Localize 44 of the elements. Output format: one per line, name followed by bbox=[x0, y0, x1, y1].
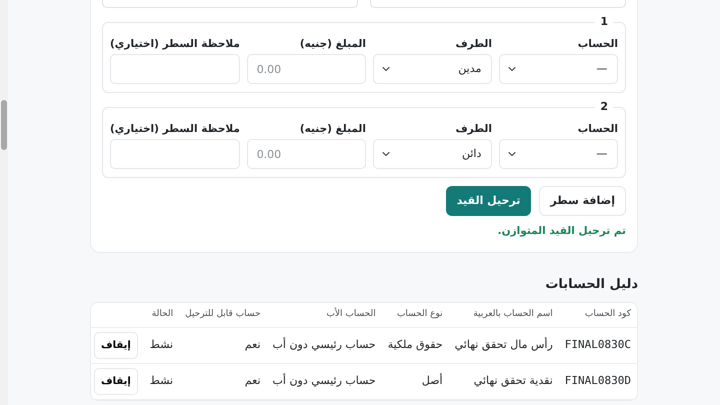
input-field[interactable] bbox=[102, 0, 358, 8]
scrollbar[interactable] bbox=[0, 0, 8, 405]
table-cell: حساب رئيسي دون أب bbox=[266, 327, 382, 364]
amount-field[interactable]: 0.00 bbox=[246, 54, 366, 84]
table-cell: FINAL0830C bbox=[558, 327, 637, 364]
column-header: اسم الحساب بالعربية bbox=[448, 303, 559, 328]
field-label: ملاحظة السطر (اختياري) bbox=[110, 122, 240, 136]
side-select[interactable]: دائن bbox=[372, 139, 492, 169]
deactivate-button[interactable]: إيقاف bbox=[94, 332, 138, 359]
table-cell: رأس مال تحقق نهائي bbox=[448, 327, 559, 364]
table-cell: نشط bbox=[144, 327, 180, 364]
account-select[interactable]: — bbox=[498, 54, 618, 84]
deactivate-button[interactable]: إيقاف bbox=[94, 368, 138, 395]
side-select[interactable]: مدين bbox=[372, 54, 492, 84]
amount-field[interactable]: 0.00 bbox=[246, 139, 366, 169]
column-header: الحالة bbox=[144, 303, 180, 328]
field-label: الحساب bbox=[576, 122, 618, 136]
table-cell: حقوق ملكية bbox=[382, 327, 449, 364]
column-header: كود الحساب bbox=[558, 303, 637, 328]
input-field[interactable] bbox=[370, 0, 626, 8]
note-field[interactable] bbox=[110, 54, 240, 84]
field-label: المبلغ (جنيه) bbox=[298, 122, 366, 136]
table-cell: نعم bbox=[179, 363, 267, 400]
table-cell: حساب رئيسي دون أب bbox=[266, 363, 382, 400]
field-label: المبلغ (جنيه) bbox=[298, 37, 366, 51]
column-header: حساب قابل للترحيل bbox=[179, 303, 267, 328]
table-cell: نشط bbox=[144, 363, 180, 400]
section-title: دليل الحسابات bbox=[544, 276, 638, 294]
add-line-button[interactable]: إضافة سطر bbox=[539, 186, 626, 216]
table-cell: أصل bbox=[382, 363, 449, 400]
column-header: نوع الحساب bbox=[382, 303, 449, 328]
account-select[interactable]: — bbox=[498, 139, 618, 169]
success-message: تم ترحيل القيد المتوازن. bbox=[496, 224, 626, 239]
field-label: الطرف bbox=[454, 122, 492, 136]
post-button[interactable]: ترحيل القيد bbox=[446, 186, 532, 216]
table-cell: نقدية تحقق نهائي bbox=[448, 363, 559, 400]
field-label: الحساب bbox=[576, 37, 618, 51]
scrollbar-thumb[interactable] bbox=[1, 100, 7, 150]
note-field[interactable] bbox=[110, 139, 240, 169]
table-cell: FINAL0830D bbox=[558, 363, 637, 400]
field-label: ملاحظة السطر (اختياري) bbox=[110, 37, 240, 51]
column-header: الحساب الأب bbox=[266, 303, 382, 328]
field-label: الطرف bbox=[454, 37, 492, 51]
table-cell: نعم bbox=[179, 327, 267, 364]
